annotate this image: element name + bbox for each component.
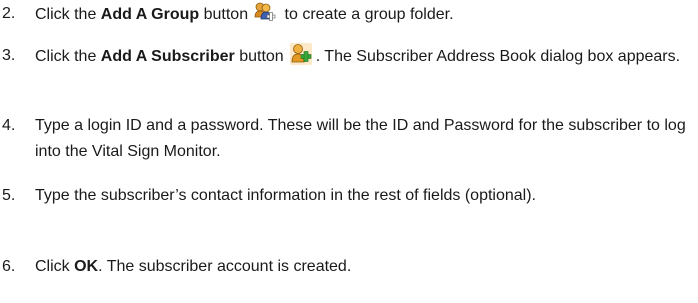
step-number: 4.: [2, 117, 16, 134]
add-subscriber-icon: [289, 43, 312, 65]
step-suffix: . The Subscriber Address Book dialog box…: [315, 48, 681, 65]
add-group-icon: [254, 1, 276, 23]
step-prefix: Click: [35, 258, 75, 275]
step-suffix: to create a group folder.: [280, 6, 454, 23]
step-number: 6.: [2, 258, 16, 275]
step-number: 3.: [2, 47, 16, 64]
step-text: Click the Add A Subscriber button . The …: [35, 43, 694, 70]
step-text: Type a login ID and a password. These wi…: [35, 117, 686, 160]
step-prefix: Click the: [35, 48, 101, 65]
step-middle: button: [234, 48, 284, 65]
add-subscriber-label: Add A Subscriber: [100, 48, 235, 65]
step-middle: button: [199, 6, 249, 23]
add-group-label: Add A Group: [100, 6, 200, 23]
step-number: 5.: [2, 187, 16, 204]
step-suffix: . The subscriber account is created.: [98, 258, 352, 275]
step-text: Type the subscriber’s contact informatio…: [35, 187, 536, 204]
ok-label: OK: [74, 258, 99, 275]
step-number: 2.: [2, 5, 16, 22]
step-prefix: Click the: [35, 6, 101, 23]
step-text: Click the Add A Group button to create a…: [35, 1, 694, 28]
step-text: Click OK. The subscriber account is crea…: [35, 254, 694, 280]
